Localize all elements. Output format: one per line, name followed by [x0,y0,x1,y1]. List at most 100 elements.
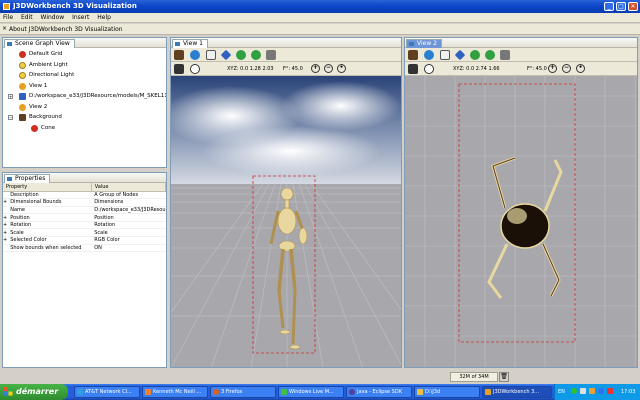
tray-icon[interactable] [598,388,604,394]
zoom-out-icon[interactable]: − [562,64,571,73]
expand-icon[interactable]: + [3,221,8,230]
tab-properties[interactable]: Properties [4,174,51,183]
property-value[interactable]: D:/workspace_e33/J3DResou [91,206,166,215]
view-1-viewport[interactable] [171,76,401,367]
tray-icon[interactable] [571,388,577,394]
property-value[interactable]: Scale [91,228,166,238]
table-row[interactable]: Show bounds when selected ON [3,244,166,253]
tree-item-background[interactable]: − Background [3,112,166,123]
tree-item-ambient-light[interactable]: Ambient Light [3,60,166,71]
task-live-messenger[interactable]: Windows Live M... [278,386,344,398]
property-value[interactable]: RGB Color [91,236,166,245]
tree-item-directional-light[interactable]: Directional Light [3,70,166,81]
view-1-panel: View 1 XYZ: 0.0 1.28 2.03 F°: 45.0 + − • [170,37,402,368]
property-value[interactable]: Position [91,213,166,222]
tree-item-model[interactable]: + D:/workspace_e33/J3DResource/models/M_… [3,91,166,102]
view-icon [175,42,180,46]
zoom-reset-icon[interactable]: • [337,64,346,73]
table-row[interactable]: + Rotation Rotation [3,221,166,230]
expand-icon[interactable]: + [3,198,8,207]
tab-scene-graph-label: Scene Graph View [15,40,70,47]
about-close-icon[interactable]: × [2,25,7,32]
pointer-icon[interactable] [440,50,450,60]
menu-file[interactable]: File [0,13,16,23]
view-1-header: View 1 [171,38,401,48]
task-folder[interactable]: D:\J3d [414,386,480,398]
expand-toggle-icon[interactable]: + [8,94,13,99]
expand-icon[interactable]: + [3,213,8,222]
trash-icon[interactable]: 🗑 [499,372,509,382]
clock-icon[interactable] [424,64,434,74]
background-icon [19,114,26,121]
pan-icon[interactable] [251,50,261,60]
camera-icon[interactable] [408,50,418,60]
globe-icon[interactable] [190,50,200,60]
tray-icon[interactable] [580,388,586,394]
binoculars-icon[interactable] [174,64,184,74]
task-eclipse[interactable]: Java - Eclipse SDK [346,386,412,398]
start-button[interactable]: démarrer [0,384,68,400]
property-value[interactable]: Rotation [91,221,166,230]
binoculars-icon[interactable] [408,64,418,74]
tree-item-cone[interactable]: Cone [3,123,166,134]
table-row[interactable]: + Scale Scale [3,228,166,238]
table-row[interactable]: + Selected Color RGB Color [3,236,166,245]
zoom-in-icon[interactable]: + [548,64,557,73]
table-row[interactable]: Name D:/workspace_e33/J3DResou [3,206,166,215]
property-value[interactable]: ON [91,244,166,253]
table-row[interactable]: Description A Group of Nodes [3,191,166,200]
column-header-property[interactable]: Property [3,183,92,192]
pan-icon[interactable] [485,50,495,60]
tray-icon[interactable] [607,388,613,394]
tab-view-1[interactable]: View 1 [172,39,208,48]
move-icon[interactable] [236,50,246,60]
zoom-reset-icon[interactable]: • [576,64,585,73]
tree-item-view-2[interactable]: View 2 [3,102,166,113]
move-icon[interactable] [470,50,480,60]
maximize-button[interactable]: □ [616,2,626,11]
window-titlebar[interactable]: J3DWorkbench 3D Visualization _ □ ✕ [0,0,640,13]
zoom-out-icon[interactable]: − [324,64,333,73]
view-2-viewport[interactable] [405,76,637,367]
rotate-icon[interactable] [454,49,466,61]
tab-scene-graph[interactable]: Scene Graph View [4,39,75,48]
tray-icon[interactable] [589,388,595,394]
menu-window[interactable]: Window [38,13,68,23]
minimize-button[interactable]: _ [604,2,614,11]
app-icon [3,3,10,10]
rotate-icon[interactable] [220,49,232,61]
network-icon [77,389,83,395]
eclipse-icon [349,389,355,395]
expand-icon[interactable]: + [3,236,8,245]
task-label: Java - Eclipse SDK [357,389,402,395]
zoom-in-icon[interactable]: + [311,64,320,73]
layers-icon[interactable] [500,50,510,60]
property-name: Name [7,206,92,215]
column-header-value[interactable]: Value [91,183,166,192]
layers-icon[interactable] [266,50,276,60]
language-indicator[interactable]: EN [558,389,565,395]
task-j3dworkbench[interactable]: J3DWorkbench 3... [482,386,552,398]
tab-view-2[interactable]: View 2 [406,39,442,48]
menu-edit[interactable]: Edit [18,13,36,23]
table-row[interactable]: + Dimensional Bounds Dimensions [3,198,166,207]
clock-icon[interactable] [190,64,200,74]
property-value[interactable]: A Group of Nodes [91,191,166,200]
expand-icon[interactable]: + [3,228,8,238]
close-button[interactable]: ✕ [628,2,638,11]
menu-help[interactable]: Help [94,13,114,23]
tree-item-default-grid[interactable]: Default Grid [3,49,166,60]
task-kenneth[interactable]: Kenneth Mc Neill ... [142,386,208,398]
property-value[interactable]: Dimensions [91,198,166,207]
table-row[interactable]: + Position Position [3,213,166,222]
collapse-toggle-icon[interactable]: − [8,115,13,120]
menu-insert[interactable]: Insert [69,13,92,23]
property-name: Scale [7,228,92,238]
pointer-icon[interactable] [206,50,216,60]
task-att[interactable]: AT&T Network Cl... [74,386,140,398]
globe-icon[interactable] [424,50,434,60]
clock-text[interactable]: 17:03 [621,389,635,395]
task-firefox[interactable]: 3 Firefox [210,386,276,398]
tree-item-view-1[interactable]: View 1 [3,81,166,92]
camera-icon[interactable] [174,50,184,60]
